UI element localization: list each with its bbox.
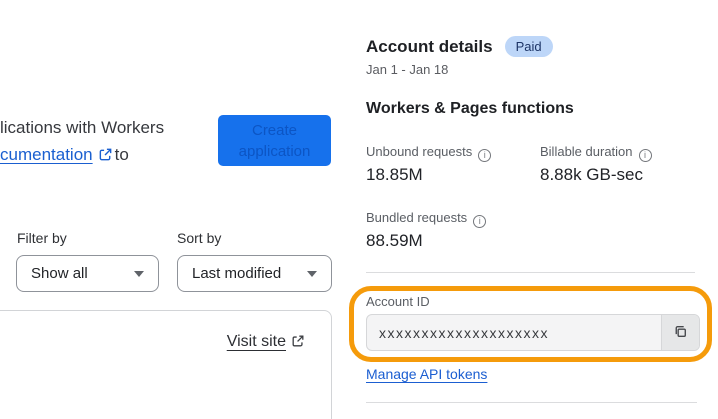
- divider: [366, 272, 695, 273]
- stat-value-unbound: 18.85M: [366, 165, 423, 184]
- info-icon[interactable]: [638, 148, 652, 162]
- visit-site-link[interactable]: Visit site: [227, 333, 307, 353]
- account-details-header: Account details Paid: [366, 36, 553, 57]
- functions-section-title: Workers & Pages functions: [366, 100, 574, 117]
- sort-dropdown[interactable]: Last modified: [177, 255, 332, 292]
- paid-status-badge: Paid: [504, 36, 553, 57]
- info-icon[interactable]: [473, 214, 487, 228]
- external-link-icon: [291, 334, 305, 353]
- intro-line1: lications with Workers: [0, 118, 165, 137]
- intro-text: lications with Workers cumentation to: [0, 114, 164, 170]
- visit-site-label: Visit site: [226, 333, 286, 350]
- account-id-field: [366, 314, 700, 351]
- stat-label-billable: Billable duration: [540, 144, 652, 162]
- stat-value-bundled: 88.59M: [366, 231, 423, 250]
- chevron-down-icon: [134, 270, 144, 277]
- filter-dropdown[interactable]: Show all: [16, 255, 159, 292]
- manage-api-tokens-link[interactable]: Manage API tokens: [366, 366, 487, 382]
- stat-value-billable: 8.88k GB-sec: [540, 165, 643, 184]
- billing-date-range: Jan 1 - Jan 18: [366, 62, 449, 77]
- account-id-label: Account ID: [366, 294, 430, 309]
- filter-by-label: Filter by: [17, 230, 67, 246]
- account-details-title: Account details: [366, 36, 493, 56]
- stat-label-bundled: Bundled requests: [366, 210, 487, 228]
- external-link-icon: [98, 143, 113, 170]
- create-application-button[interactable]: Create application: [218, 115, 331, 166]
- documentation-link[interactable]: cumentation: [0, 145, 93, 164]
- chevron-down-icon: [307, 270, 317, 277]
- intro-line2-suffix: to: [114, 145, 129, 164]
- stat-label-unbound: Unbound requests: [366, 144, 492, 162]
- info-icon[interactable]: [478, 148, 492, 162]
- project-card: Visit site: [0, 310, 332, 419]
- sort-by-label: Sort by: [177, 230, 222, 246]
- filter-dropdown-value: Show all: [31, 265, 88, 282]
- sort-dropdown-value: Last modified: [192, 265, 282, 282]
- divider: [366, 402, 697, 403]
- account-id-input[interactable]: [367, 315, 661, 350]
- copy-button[interactable]: [661, 315, 699, 350]
- workers-pages-dashboard: lications with Workers cumentation to Cre…: [0, 0, 718, 419]
- copy-icon: [672, 323, 689, 343]
- intro-line2: cumentation to: [0, 141, 164, 170]
